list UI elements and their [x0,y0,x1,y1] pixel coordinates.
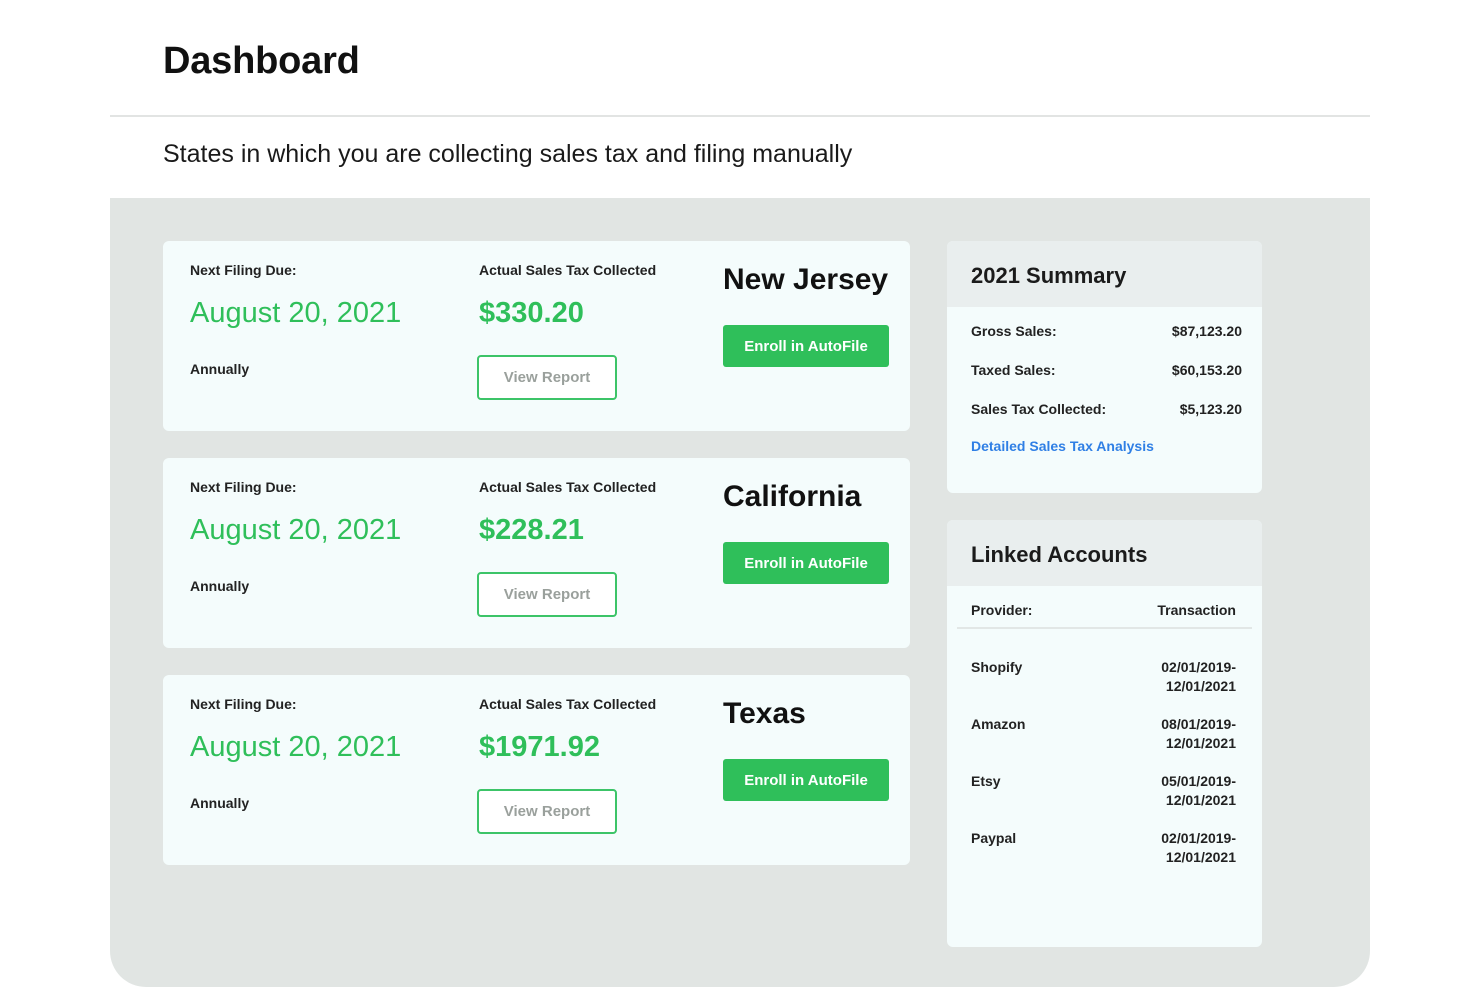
enroll-autofile-button[interactable]: Enroll in AutoFile [723,325,889,367]
transaction-range: 02/01/2019- 12/01/2021 [1161,829,1236,867]
next-filing-due-label: Next Filing Due: [190,696,297,712]
next-filing-due-date: August 20, 2021 [190,731,402,763]
summary-value: $60,153.20 [1171,362,1242,378]
linked-account-row: Etsy 05/01/2019- 12/01/2021 [971,772,1236,810]
sales-tax-collected-label: Actual Sales Tax Collected [479,479,657,495]
transaction-start: 02/01/2019- [1161,659,1236,675]
view-report-button[interactable]: View Report [477,572,617,617]
summary-row-sales-tax-collected: Sales Tax Collected: $5,123.20 [971,401,1242,417]
transaction-start: 08/01/2019- [1161,716,1236,732]
transaction-end: 12/01/2021 [1165,792,1236,808]
provider-name: Paypal [971,830,1017,846]
sales-tax-collected-label: Actual Sales Tax Collected [479,696,657,712]
column-header-transaction: Transaction [1157,602,1236,618]
summary-card: 2021 Summary Gross Sales: $87,123.20 Tax… [947,241,1262,493]
column-header-provider: Provider: [971,602,1033,618]
view-report-button[interactable]: View Report [477,355,617,400]
linked-accounts-divider [957,627,1252,629]
header-divider [110,115,1370,117]
provider-name: Amazon [971,716,1026,732]
summary-row-taxed-sales: Taxed Sales: $60,153.20 [971,362,1242,378]
next-filing-due-date: August 20, 2021 [190,297,402,329]
linked-accounts-card: Linked Accounts Provider: Transaction Sh… [947,520,1262,947]
linked-account-row: Amazon 08/01/2019- 12/01/2021 [971,715,1236,753]
linked-accounts-title: Linked Accounts [947,520,1262,586]
summary-value: $87,123.20 [1171,323,1242,339]
transaction-end: 12/01/2021 [1165,849,1236,865]
next-filing-due-date: August 20, 2021 [190,514,402,546]
filing-frequency: Annually [190,361,250,377]
summary-label: Sales Tax Collected: [971,401,1107,417]
summary-label: Gross Sales: [971,323,1057,339]
page-title: Dashboard [163,40,360,82]
filing-frequency: Annually [190,795,250,811]
summary-value: $5,123.20 [1179,401,1242,417]
enroll-autofile-button[interactable]: Enroll in AutoFile [723,759,889,801]
transaction-start: 02/01/2019- [1161,830,1236,846]
summary-label: Taxed Sales: [971,362,1056,378]
sales-tax-collected-amount: $330.20 [479,297,584,329]
linked-accounts-header: Provider: Transaction [971,602,1236,618]
linked-account-row: Paypal 02/01/2019- 12/01/2021 [971,829,1236,867]
summary-row-gross-sales: Gross Sales: $87,123.20 [971,323,1242,339]
sales-tax-collected-amount: $228.21 [479,514,584,546]
sales-tax-collected-amount: $1971.92 [479,731,600,763]
transaction-range: 05/01/2019- 12/01/2021 [1161,772,1236,810]
transaction-end: 12/01/2021 [1165,678,1236,694]
state-name: Texas [723,697,806,730]
state-name: California [723,480,862,513]
page-subtitle: States in which you are collecting sales… [163,140,853,168]
next-filing-due-label: Next Filing Due: [190,262,297,278]
provider-name: Shopify [971,659,1023,675]
provider-name: Etsy [971,773,1001,789]
next-filing-due-label: Next Filing Due: [190,479,297,495]
sales-tax-collected-label: Actual Sales Tax Collected [479,262,657,278]
state-name: New Jersey [723,263,889,296]
transaction-start: 05/01/2019- [1161,773,1236,789]
summary-title: 2021 Summary [947,241,1262,307]
linked-account-row: Shopify 02/01/2019- 12/01/2021 [971,658,1236,696]
detailed-sales-tax-analysis-link[interactable]: Detailed Sales Tax Analysis [971,438,1154,454]
view-report-button[interactable]: View Report [477,789,617,834]
transaction-range: 08/01/2019- 12/01/2021 [1161,715,1236,753]
transaction-range: 02/01/2019- 12/01/2021 [1161,658,1236,696]
filing-card-texas: Next Filing Due: August 20, 2021 Annuall… [163,675,910,865]
filing-card-new-jersey: Next Filing Due: August 20, 2021 Annuall… [163,241,910,431]
transaction-end: 12/01/2021 [1165,735,1236,751]
filing-frequency: Annually [190,578,250,594]
filing-card-california: Next Filing Due: August 20, 2021 Annuall… [163,458,910,648]
enroll-autofile-button[interactable]: Enroll in AutoFile [723,542,889,584]
